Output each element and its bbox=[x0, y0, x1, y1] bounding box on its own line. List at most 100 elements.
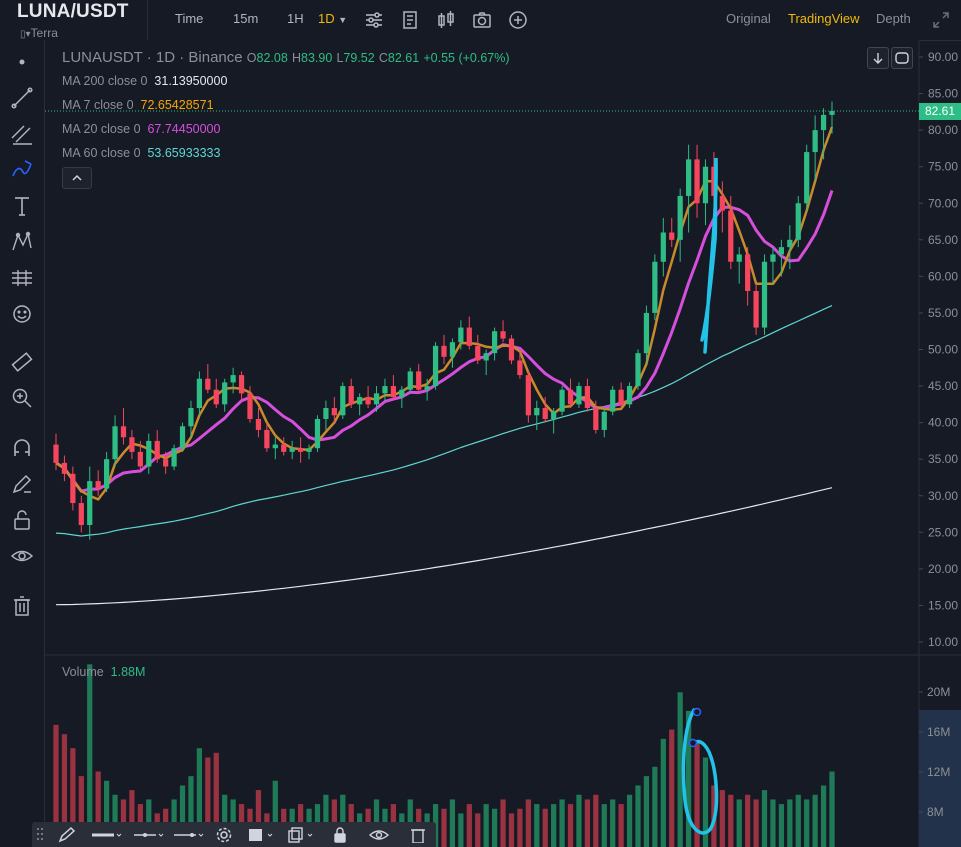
template-icon[interactable] bbox=[399, 9, 421, 31]
indicators-icon[interactable] bbox=[363, 9, 385, 31]
plot-background bbox=[45, 40, 919, 847]
ruler-icon[interactable] bbox=[10, 350, 34, 374]
price-tick-label: 30.00 bbox=[928, 489, 958, 503]
volume-bar bbox=[795, 794, 801, 847]
candle-body bbox=[745, 254, 751, 291]
volume-tick-label: 20M bbox=[927, 685, 950, 699]
pencil-icon[interactable] bbox=[56, 826, 78, 843]
interval-1h[interactable]: 1H bbox=[287, 11, 304, 26]
candle-body bbox=[70, 473, 76, 504]
candle-body bbox=[559, 389, 565, 412]
eye-icon[interactable] bbox=[10, 544, 34, 568]
trash-icon[interactable] bbox=[10, 594, 34, 618]
ma200-legend[interactable]: MA 200 close 0 31.13950000 bbox=[62, 74, 227, 88]
change-value: +0.55 (+0.67%) bbox=[423, 51, 510, 65]
magnet-icon[interactable] bbox=[10, 436, 34, 460]
candle-body bbox=[770, 254, 776, 262]
scroll-down-button[interactable] bbox=[867, 47, 889, 69]
interval-1d[interactable]: 1D ▼ bbox=[318, 11, 347, 26]
top-toolbar: LUNA/USDT ▯▾Terra Time 15m 1H 1D ▼ Origi… bbox=[0, 0, 961, 41]
volume-bar bbox=[441, 808, 447, 847]
candle-body bbox=[222, 382, 228, 405]
candle-body bbox=[171, 448, 177, 467]
price-tick-label: 25.00 bbox=[928, 525, 958, 539]
candle-body bbox=[297, 448, 304, 452]
clone-icon[interactable] bbox=[286, 826, 316, 843]
candle-body bbox=[340, 386, 346, 416]
line-width-icon[interactable] bbox=[90, 826, 124, 843]
prediction-icon[interactable] bbox=[10, 266, 34, 290]
settings-gear-icon[interactable] bbox=[214, 826, 234, 843]
price-chart[interactable]: 90.00 85.00 80.00 75.00 70.00 65.00 60.00 55.00… bbox=[45, 40, 961, 847]
ma60-legend[interactable]: MA 60 close 0 53.65933333 bbox=[62, 146, 220, 160]
candle-body bbox=[53, 444, 59, 463]
delete-drawing-icon[interactable] bbox=[408, 826, 428, 843]
ma7-legend[interactable]: MA 7 close 0 72.65428571 bbox=[62, 98, 214, 112]
hide-drawing-icon[interactable] bbox=[368, 826, 390, 843]
symbol-title[interactable]: LUNA/USDT bbox=[17, 1, 129, 23]
candle-body bbox=[407, 371, 413, 390]
lock-icon[interactable] bbox=[10, 508, 34, 532]
candle-body bbox=[694, 159, 700, 204]
interval-15m[interactable]: 15m bbox=[233, 11, 258, 26]
price-tick-label: 15.00 bbox=[928, 598, 958, 612]
volume-bar bbox=[525, 799, 531, 847]
high-value: 83.90 bbox=[301, 51, 333, 65]
candle-body bbox=[719, 195, 725, 211]
crosshair-dot-icon[interactable] bbox=[10, 50, 34, 74]
candle-body bbox=[146, 440, 152, 467]
view-depth[interactable]: Depth bbox=[876, 11, 911, 26]
candle-body bbox=[685, 159, 692, 196]
candle-body bbox=[475, 345, 481, 361]
interval-time[interactable]: Time bbox=[175, 11, 203, 26]
volume-bar bbox=[601, 804, 607, 847]
volume-tick-label: 12M bbox=[927, 765, 950, 779]
add-icon[interactable] bbox=[507, 9, 529, 31]
view-original[interactable]: Original bbox=[726, 11, 771, 26]
pair-label: LUNAUSDT · 1D · Binance bbox=[62, 49, 243, 66]
price-tick-label: 40.00 bbox=[928, 416, 958, 430]
trend-line-icon[interactable] bbox=[10, 86, 34, 110]
pattern-icon[interactable] bbox=[10, 230, 34, 254]
ma20-legend[interactable]: MA 20 close 0 67.74450000 bbox=[62, 122, 220, 136]
zoom-in-icon[interactable] bbox=[10, 386, 34, 410]
view-tradingview[interactable]: TradingView bbox=[788, 11, 860, 26]
candle-body bbox=[390, 386, 397, 398]
fib-lines-icon[interactable] bbox=[10, 122, 34, 146]
volume-bar bbox=[584, 799, 591, 847]
stay-drawing-icon[interactable] bbox=[10, 472, 34, 496]
reset-chart-button[interactable] bbox=[891, 47, 913, 69]
price-tick-label: 65.00 bbox=[928, 233, 958, 247]
volume-bar bbox=[567, 804, 574, 847]
line-end-icon[interactable] bbox=[172, 826, 206, 843]
text-tool-icon[interactable] bbox=[10, 194, 34, 218]
candle-body bbox=[669, 232, 675, 240]
volume-bar bbox=[719, 790, 725, 847]
line-style-icon[interactable] bbox=[132, 826, 166, 843]
brush-icon[interactable] bbox=[10, 158, 34, 182]
candle-body bbox=[179, 426, 186, 449]
volume-bar bbox=[804, 799, 810, 847]
candle-body bbox=[567, 389, 574, 405]
volume-bar bbox=[812, 794, 818, 847]
collapse-legend-button[interactable] bbox=[62, 167, 92, 189]
camera-icon[interactable] bbox=[471, 9, 493, 31]
candle-body bbox=[78, 503, 84, 525]
emoji-icon[interactable] bbox=[10, 302, 34, 326]
drag-handle-icon[interactable] bbox=[36, 826, 44, 843]
volume-bar bbox=[728, 794, 734, 847]
price-axis: 90.00 85.00 80.00 75.00 70.00 65.00 60.00 55.00… bbox=[919, 50, 958, 649]
price-tick-label: 85.00 bbox=[928, 87, 958, 101]
visibility-layers-icon[interactable] bbox=[246, 826, 276, 843]
volume-bar bbox=[626, 794, 633, 847]
volume-bar bbox=[508, 813, 515, 847]
lock-drawing-icon[interactable] bbox=[330, 826, 350, 843]
volume-bar bbox=[652, 766, 658, 847]
candle-body bbox=[188, 408, 194, 427]
fullscreen-icon[interactable] bbox=[930, 9, 952, 31]
candle-body bbox=[357, 397, 363, 405]
candle-type-icon[interactable] bbox=[435, 9, 457, 31]
volume-bar bbox=[660, 738, 666, 847]
annotation-handle bbox=[688, 738, 698, 748]
annotation-handle bbox=[692, 707, 702, 717]
